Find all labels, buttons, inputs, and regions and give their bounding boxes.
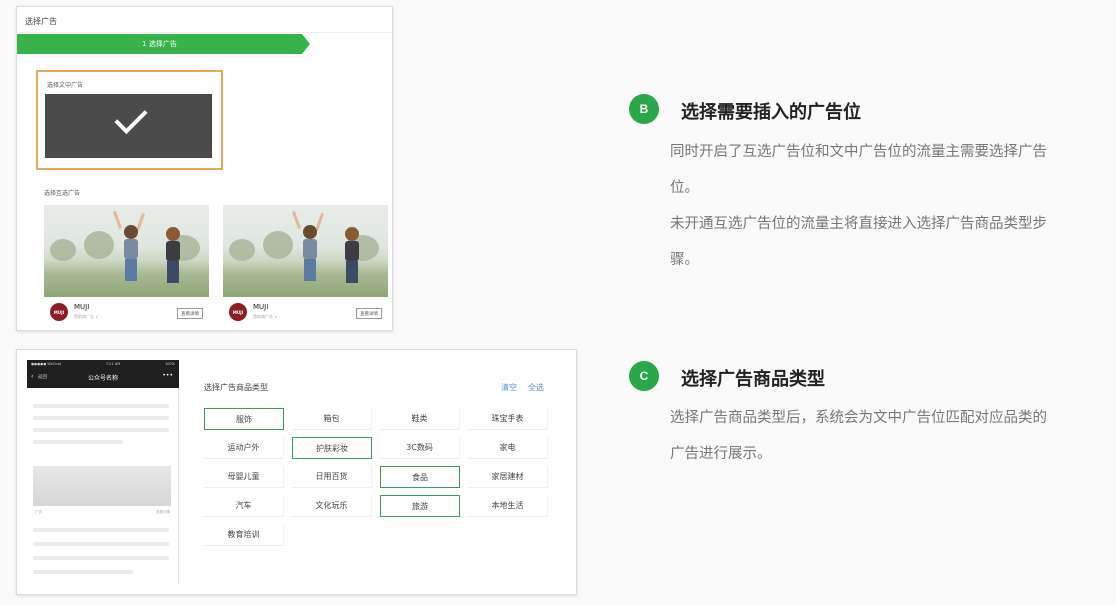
description-line: 选择广告商品类型后，系统会为文中广告位匹配对应品类的 <box>670 410 1047 426</box>
step-indicator: 1 选择广告 <box>17 34 302 54</box>
mutual-ad-card[interactable]: MUJI MUJI 赞助商广告 ∨ 查看详情 <box>44 205 209 325</box>
brand-logo: MUJI <box>229 303 247 321</box>
ad-photo <box>223 205 388 297</box>
ad-image-placeholder <box>33 466 171 506</box>
brand-logo: MUJI <box>50 303 68 321</box>
text-placeholder <box>33 440 123 444</box>
text-placeholder <box>33 570 133 574</box>
status-bar: ●●●●● WeChat 7:21 AM 100% <box>27 360 179 368</box>
inline-ad-label: 选择文中广告 <box>47 82 84 89</box>
divider <box>17 32 392 33</box>
brand-name: MUJI <box>253 303 269 311</box>
description-line: 骤。 <box>670 252 699 268</box>
section-c-description: 选择广告商品类型后，系统会为文中广告位匹配对应品类的 广告进行展示。 <box>670 400 1047 472</box>
category-option[interactable]: 母婴儿童 <box>204 466 284 488</box>
category-option[interactable]: 汽车 <box>204 495 284 517</box>
section-c-title: 选择广告商品类型 <box>681 369 825 390</box>
category-select-screenshot: ●●●●● WeChat 7:21 AM 100% ‹ 返回 公众号名称 •••… <box>16 349 577 595</box>
step-badge-c: C <box>629 361 659 391</box>
category-option[interactable]: 家居建材 <box>468 466 548 488</box>
text-placeholder <box>33 416 169 420</box>
category-option[interactable]: 旅游 <box>380 495 460 517</box>
category-option[interactable]: 文化玩乐 <box>292 495 372 517</box>
checkmark-icon <box>114 100 148 135</box>
description-line: 广告进行展示。 <box>670 446 772 462</box>
category-option[interactable]: 珠宝手表 <box>468 408 548 430</box>
page-title: 选择广告 <box>25 17 57 26</box>
ad-detail-link[interactable]: 查看详情 <box>156 510 170 515</box>
step-badge-b: B <box>629 94 659 124</box>
more-icon[interactable]: ••• <box>162 372 173 379</box>
category-option[interactable]: 箱包 <box>292 408 372 430</box>
category-option[interactable]: 教育培训 <box>204 524 284 546</box>
view-details-button[interactable]: 查看详情 <box>177 308 203 319</box>
description-line: 同时开启了互选广告位和文中广告位的流量主需要选择广告 <box>670 144 1047 160</box>
select-all-button[interactable]: 全选 <box>528 382 544 393</box>
mutual-ad-label: 选择互选广告 <box>44 190 81 197</box>
category-option[interactable]: 护肤彩妆 <box>292 437 372 459</box>
category-option[interactable]: 本地生活 <box>468 495 548 517</box>
text-placeholder <box>33 404 169 408</box>
view-details-button[interactable]: 查看详情 <box>356 308 382 319</box>
phone-nav-bar: ‹ 返回 公众号名称 ••• <box>27 368 179 388</box>
mutual-ad-card[interactable]: MUJI MUJI 赞助商广告 ∨ 查看详情 <box>223 205 388 325</box>
ad-select-screenshot: 选择广告 1 选择广告 选择文中广告 选择互选广告 MUJI MUJI 赞助商广… <box>16 6 393 331</box>
section-b-description: 同时开启了互选广告位和文中广告位的流量主需要选择广告 位。 未开通互选广告位的流… <box>670 134 1047 278</box>
battery-label: 100% <box>164 362 175 366</box>
description-line: 位。 <box>670 180 699 196</box>
clear-button[interactable]: 清空 <box>501 382 517 393</box>
category-option[interactable]: 食品 <box>380 466 460 488</box>
text-placeholder <box>33 428 169 432</box>
category-option[interactable]: 服饰 <box>204 408 284 430</box>
section-b-title: 选择需要插入的广告位 <box>681 102 861 123</box>
phone-preview: ●●●●● WeChat 7:21 AM 100% ‹ 返回 公众号名称 •••… <box>27 360 179 584</box>
clock-label: 7:21 AM <box>105 362 121 366</box>
category-option[interactable]: 鞋类 <box>380 408 460 430</box>
account-name: 公众号名称 <box>87 375 118 382</box>
ad-photo <box>44 205 209 297</box>
text-placeholder <box>33 542 169 546</box>
description-line: 未开通互选广告位的流量主将直接进入选择广告商品类型步 <box>670 216 1047 232</box>
text-placeholder <box>33 528 169 532</box>
category-option[interactable]: 运动户外 <box>204 437 284 459</box>
brand-name: MUJI <box>74 303 90 311</box>
carrier-label: ●●●●● WeChat <box>31 362 61 366</box>
category-option[interactable]: 日用百货 <box>292 466 372 488</box>
text-placeholder <box>33 556 169 560</box>
ad-caption: 广告 <box>35 510 42 514</box>
step-arrow <box>302 34 310 54</box>
ad-type-label: 赞助商广告 ∨ <box>253 314 278 319</box>
inline-ad-preview <box>45 94 212 158</box>
category-option[interactable]: 家电 <box>468 437 548 459</box>
inline-ad-option[interactable]: 选择文中广告 <box>36 70 223 170</box>
category-heading: 选择广告商品类型 <box>204 383 268 392</box>
ad-type-label: 赞助商广告 ∨ <box>74 314 99 319</box>
category-option[interactable]: 3C数码 <box>380 437 460 459</box>
